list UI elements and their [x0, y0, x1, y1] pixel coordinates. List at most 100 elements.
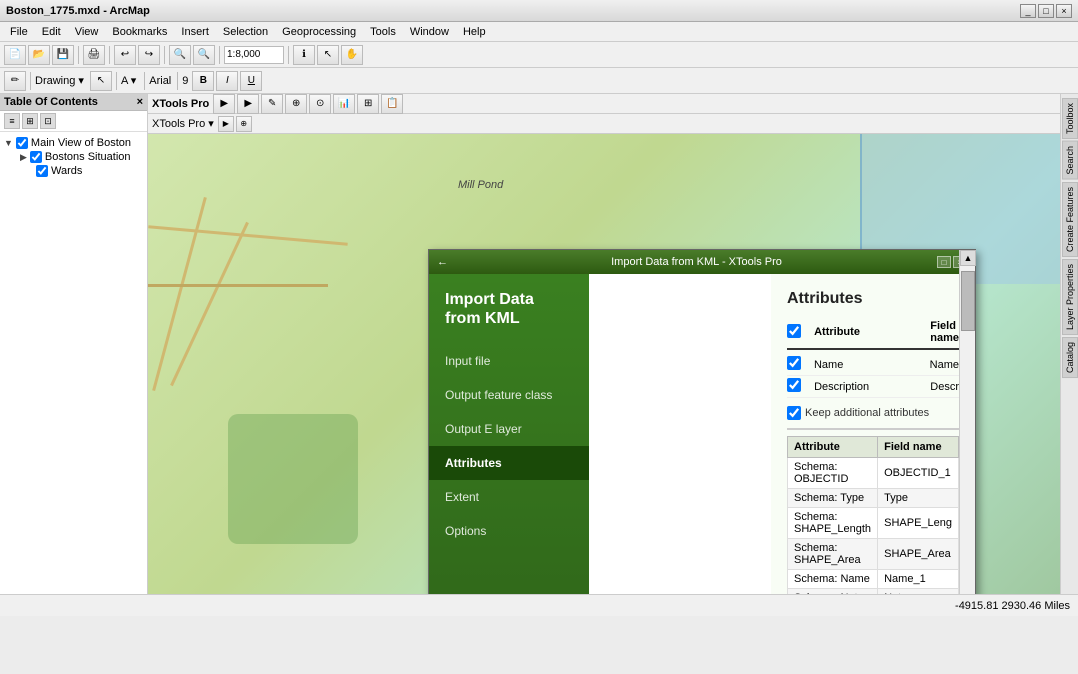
menu-file[interactable]: File	[4, 24, 34, 40]
dialog-maximize-btn[interactable]: □	[937, 256, 951, 268]
minimize-button[interactable]: _	[1020, 4, 1036, 18]
layer-bostons-situation-checkbox[interactable]	[30, 151, 42, 163]
save-btn[interactable]: 💾	[52, 45, 74, 65]
wizard-step-output-layer[interactable]: Output E layer	[429, 412, 589, 446]
keep-additional-checkbox[interactable]	[787, 406, 801, 420]
xtools-btn-6[interactable]: 📊	[333, 94, 355, 114]
italic-btn[interactable]: I	[216, 71, 238, 91]
identify-btn[interactable]: ℹ	[293, 45, 315, 65]
font-name: Arial	[149, 75, 171, 87]
schema-table: Attribute Field name Schema: OBJECTID OB…	[787, 436, 959, 594]
toolbar-1: 📄 📂 💾 🖨 ↩ ↪ 🔍 🔍 ℹ ↖ ✋	[0, 42, 1078, 68]
undo-btn[interactable]: ↩	[114, 45, 136, 65]
schema-fieldname-cell: Name_1	[878, 570, 959, 589]
keep-additional-label: Keep additional attributes	[805, 407, 929, 419]
wizard-step-extent[interactable]: Extent	[429, 480, 589, 514]
xtools-btn-1[interactable]: ▶	[213, 94, 235, 114]
xtools-btn-5[interactable]: ⊙	[309, 94, 331, 114]
xtools-btn-7[interactable]: ⊞	[357, 94, 379, 114]
new-btn[interactable]: 📄	[4, 45, 26, 65]
road-4	[148, 284, 328, 287]
import-kml-dialog: ← Import Data from KML - XTools Pro □ × …	[428, 249, 976, 594]
xtools-btn-8[interactable]: 📋	[381, 94, 403, 114]
menu-window[interactable]: Window	[404, 24, 455, 40]
schema-col-attribute: Attribute	[788, 437, 878, 458]
layer-main-view[interactable]: ▼ Main View of Boston	[4, 136, 143, 150]
wizard-panel: Import Data from KML Input file Output f…	[429, 274, 589, 594]
toc-title: Table Of Contents	[4, 96, 98, 108]
layer-bostons-situation[interactable]: ▶ Bostons Situation	[20, 150, 143, 164]
sep-4	[219, 46, 220, 64]
header-fieldname-col: Field name	[930, 320, 959, 344]
status-coordinates: -4915.81 2930.46 Miles	[955, 600, 1070, 612]
description-checkbox[interactable]	[787, 378, 801, 392]
dialog-back-btn[interactable]: ←	[437, 256, 448, 268]
toc-source-view[interactable]: ⊞	[22, 113, 38, 129]
toc-close[interactable]: ×	[137, 96, 143, 108]
table-of-contents: Table Of Contents × ≡ ⊞ ⊡ ▼ Main View of…	[0, 94, 148, 594]
side-tab-search[interactable]: Search	[1062, 141, 1078, 180]
menu-bookmarks[interactable]: Bookmarks	[106, 24, 173, 40]
description-check	[787, 378, 814, 395]
side-tab-toolbox[interactable]: Toolbox	[1062, 98, 1078, 139]
print-btn[interactable]: 🖨	[83, 45, 105, 65]
dialog-title: Import Data from KML - XTools Pro	[611, 256, 782, 268]
schema-row: Schema: SHAPE_Length SHAPE_Leng	[788, 508, 959, 539]
pan-btn[interactable]: ✋	[341, 45, 363, 65]
name-checkbox[interactable]	[787, 356, 801, 370]
layer-wards[interactable]: Wards	[20, 164, 143, 178]
name-attribute: Name	[814, 359, 930, 371]
scale-input[interactable]	[224, 46, 284, 64]
close-button[interactable]: ×	[1056, 4, 1072, 18]
scrollbar-up-btn[interactable]: ▲	[960, 250, 976, 266]
menu-tools[interactable]: Tools	[364, 24, 402, 40]
redo-btn[interactable]: ↪	[138, 45, 160, 65]
scrollbar-thumb[interactable]	[961, 271, 975, 331]
schema-attribute-cell: Schema: OBJECTID	[788, 458, 878, 489]
layer-wards-label: Wards	[51, 165, 82, 177]
wizard-step-output-feature[interactable]: Output feature class	[429, 378, 589, 412]
pointer-btn[interactable]: ↖	[90, 71, 112, 91]
layer-main-view-checkbox[interactable]	[16, 137, 28, 149]
wizard-step-input-file[interactable]: Input file	[429, 344, 589, 378]
maximize-button[interactable]: □	[1038, 4, 1054, 18]
toc-list-view[interactable]: ≡	[4, 113, 20, 129]
attr-row-description: Description Descr	[787, 376, 959, 398]
layer-wards-checkbox[interactable]	[36, 165, 48, 177]
sep-1	[78, 46, 79, 64]
side-tab-layer-properties[interactable]: Layer Properties	[1062, 259, 1078, 335]
underline-btn[interactable]: U	[240, 71, 262, 91]
xtools2-btn-2[interactable]: ⊕	[236, 116, 252, 132]
draw-btn[interactable]: ✏	[4, 71, 26, 91]
xtools-btn-2[interactable]: ▶	[237, 94, 259, 114]
menu-selection[interactable]: Selection	[217, 24, 274, 40]
schema-row: Schema: SHAPE_Area SHAPE_Area	[788, 539, 959, 570]
menu-geoprocessing[interactable]: Geoprocessing	[276, 24, 362, 40]
side-tab-catalog[interactable]: Catalog	[1062, 337, 1078, 378]
menu-insert[interactable]: Insert	[175, 24, 215, 40]
menu-edit[interactable]: Edit	[36, 24, 67, 40]
draw-label: Drawing ▾	[35, 74, 84, 87]
open-btn[interactable]: 📂	[28, 45, 50, 65]
select-btn[interactable]: ↖	[317, 45, 339, 65]
road-3	[148, 225, 348, 245]
wizard-step-options[interactable]: Options	[429, 514, 589, 548]
schema-fieldname-cell: Notes	[878, 589, 959, 595]
map-area[interactable]: XTools Pro ▶ ▶ ✎ ⊕ ⊙ 📊 ⊞ 📋 XTools Pro ▾ …	[148, 94, 1060, 594]
toc-drawing-order[interactable]: ⊡	[40, 113, 56, 129]
bold-btn[interactable]: B	[192, 71, 214, 91]
xtools-btn-4[interactable]: ⊕	[285, 94, 307, 114]
layer-group-boston: ▼ Main View of Boston ▶ Bostons Situatio…	[4, 136, 143, 178]
menu-view[interactable]: View	[69, 24, 105, 40]
schema-fieldname-cell: Type	[878, 489, 959, 508]
menu-help[interactable]: Help	[457, 24, 492, 40]
wizard-step-attributes[interactable]: Attributes	[429, 446, 589, 480]
zoom-in-btn[interactable]: 🔍	[169, 45, 191, 65]
schema-fieldname-cell: SHAPE_Area	[878, 539, 959, 570]
header-checkbox[interactable]	[787, 324, 801, 338]
xtools2-btn-1[interactable]: ▶	[218, 116, 234, 132]
side-tab-create-features[interactable]: Create Features	[1062, 182, 1078, 257]
zoom-out-btn[interactable]: 🔍	[193, 45, 215, 65]
xtools-btn-3[interactable]: ✎	[261, 94, 283, 114]
schema-row: Schema: Type Type	[788, 489, 959, 508]
